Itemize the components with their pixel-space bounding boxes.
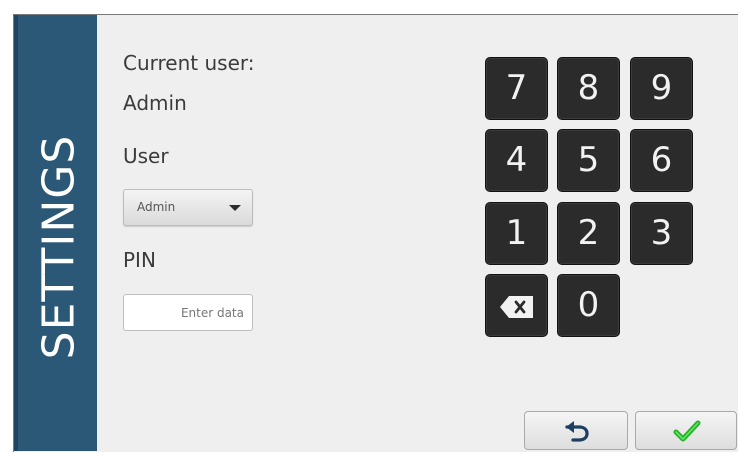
- keypad-key-7[interactable]: 7: [485, 57, 548, 120]
- keypad-key-3[interactable]: 3: [630, 202, 693, 265]
- settings-screen: SETTINGS Current user: Admin User Admin …: [0, 0, 738, 452]
- keypad-key-8[interactable]: 8: [557, 57, 620, 120]
- user-label: User: [123, 144, 169, 168]
- checkmark-icon: [673, 420, 701, 442]
- pin-label: PIN: [123, 248, 156, 272]
- current-user-value: Admin: [123, 91, 187, 115]
- keypad-key-9[interactable]: 9: [630, 57, 693, 120]
- keypad-key-1[interactable]: 1: [485, 202, 548, 265]
- keypad-key-2[interactable]: 2: [557, 202, 620, 265]
- keypad-key-4[interactable]: 4: [485, 129, 548, 192]
- settings-sidebar: SETTINGS: [14, 15, 97, 451]
- current-user-label: Current user:: [123, 51, 255, 75]
- pin-input[interactable]: [123, 294, 253, 331]
- keypad-key-5[interactable]: 5: [557, 129, 620, 192]
- undo-arrow-icon: [565, 421, 589, 442]
- user-select[interactable]: Admin: [123, 189, 253, 226]
- keypad-key-6[interactable]: 6: [630, 129, 693, 192]
- backspace-icon: [500, 296, 533, 318]
- confirm-button[interactable]: [635, 411, 737, 450]
- keypad-key-0[interactable]: 0: [557, 274, 620, 337]
- settings-title: SETTINGS: [33, 134, 85, 360]
- keypad-backspace-button[interactable]: [485, 274, 548, 337]
- user-select-value: Admin: [137, 200, 176, 214]
- dropdown-arrow-icon: [229, 205, 241, 211]
- back-button[interactable]: [524, 411, 628, 450]
